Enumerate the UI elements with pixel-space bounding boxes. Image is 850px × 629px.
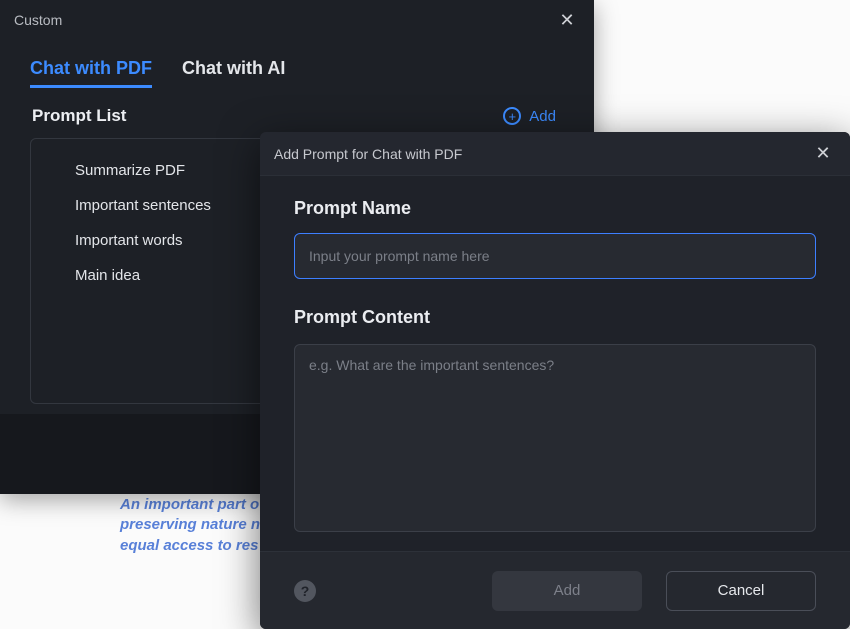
add-dialog-body: Prompt Name Prompt Content	[260, 176, 850, 537]
prompt-name-label: Prompt Name	[294, 198, 816, 219]
tabs: Chat with PDF Chat with AI	[0, 40, 594, 88]
prompt-content-label: Prompt Content	[294, 307, 816, 328]
add-dialog-header: Add Prompt for Chat with PDF ✕	[260, 132, 850, 176]
tab-chat-with-ai[interactable]: Chat with AI	[182, 58, 285, 88]
cancel-button[interactable]: Cancel	[666, 571, 816, 611]
add-button[interactable]: Add	[492, 571, 642, 611]
prompt-content-input[interactable]	[294, 344, 816, 532]
plus-icon: +	[503, 107, 521, 125]
prompt-list-header: Prompt List + Add	[0, 88, 594, 134]
add-dialog-footer: ? Add Cancel	[260, 551, 850, 629]
custom-panel-header: Custom ✕	[0, 0, 594, 40]
doc-line: equal access to res	[120, 536, 260, 556]
add-prompt-button[interactable]: + Add	[503, 107, 556, 125]
tab-chat-with-pdf[interactable]: Chat with PDF	[30, 58, 152, 88]
prompt-name-input[interactable]	[294, 233, 816, 279]
close-icon[interactable]: ✕	[810, 141, 836, 167]
add-label: Add	[529, 108, 556, 125]
doc-line: An important part o	[120, 495, 260, 515]
custom-panel-title: Custom	[14, 12, 62, 28]
prompt-list-title: Prompt List	[32, 106, 126, 126]
help-icon[interactable]: ?	[294, 580, 316, 602]
add-dialog-title: Add Prompt for Chat with PDF	[274, 146, 462, 162]
dialog-buttons: Add Cancel	[492, 571, 816, 611]
add-prompt-dialog: Add Prompt for Chat with PDF ✕ Prompt Na…	[260, 132, 850, 629]
doc-line: preserving nature n	[120, 515, 260, 535]
document-text: An important part o preserving nature n …	[120, 495, 260, 556]
close-icon[interactable]: ✕	[554, 7, 580, 33]
